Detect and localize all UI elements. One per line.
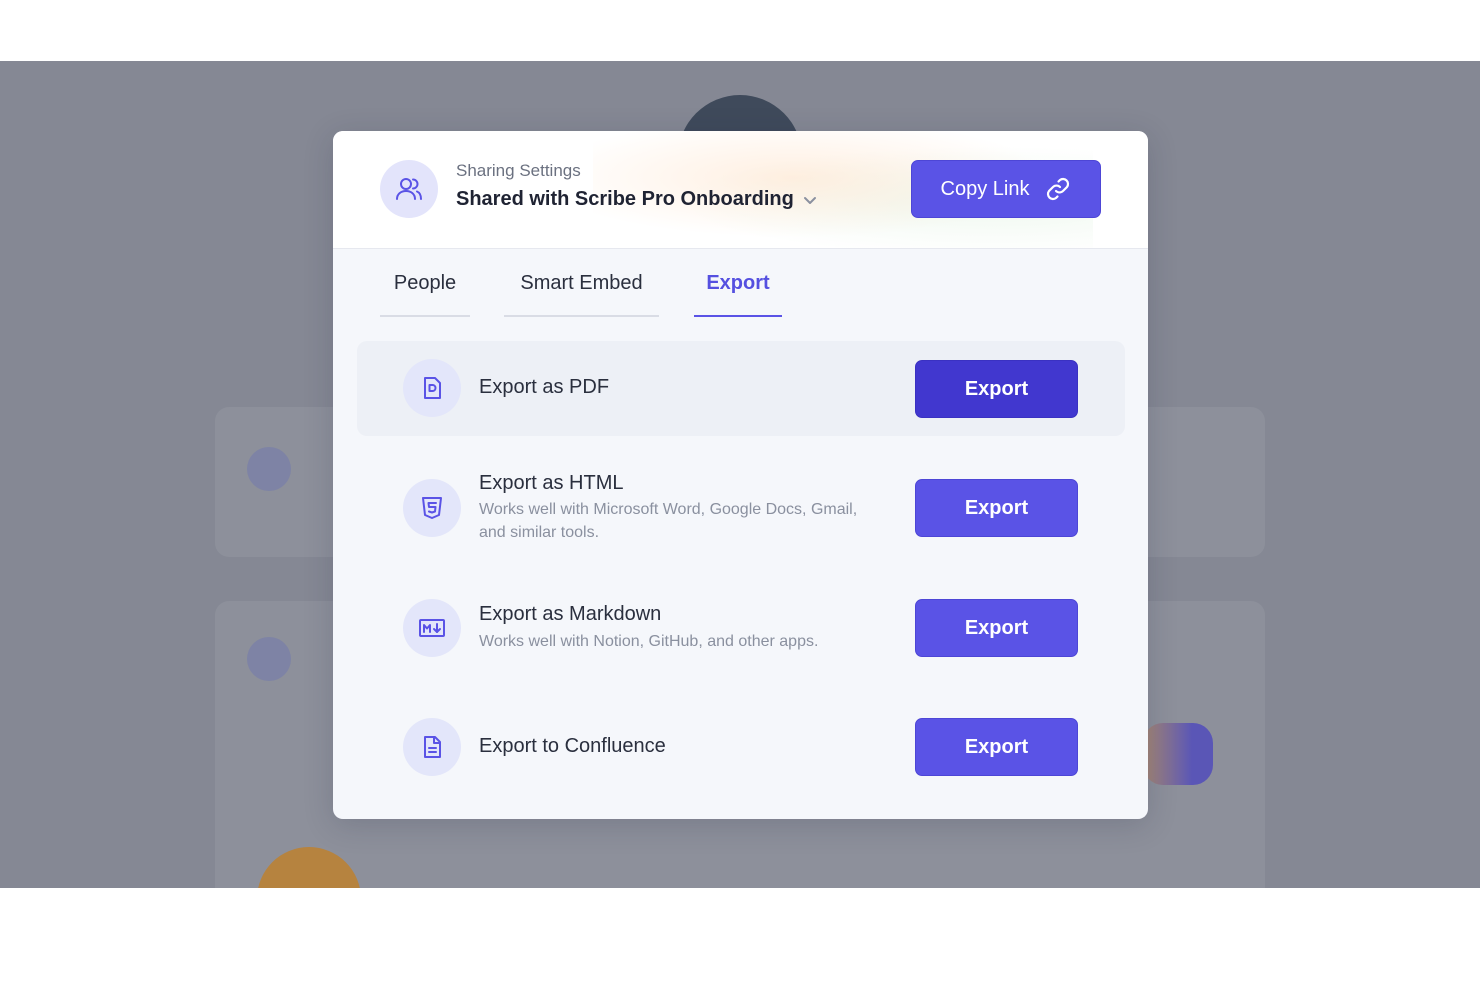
document-icon <box>403 718 461 776</box>
link-icon <box>1045 176 1071 202</box>
copy-link-label: Copy Link <box>940 177 1030 200</box>
html5-icon <box>403 479 461 537</box>
export-option-title: Export as Markdown <box>479 603 662 625</box>
export-option-html: Export as HTML Works well with Microsoft… <box>357 456 1125 566</box>
header-subtitle: Sharing Settings <box>456 161 581 180</box>
export-option-confluence: Export to Confluence Export <box>357 701 1125 796</box>
export-markdown-button[interactable]: Export <box>915 599 1078 657</box>
tab-export[interactable]: Export <box>694 249 782 317</box>
users-icon <box>380 160 438 218</box>
sharing-target-dropdown[interactable]: Shared with Scribe Pro Onboarding <box>456 188 818 211</box>
export-confluence-button[interactable]: Export <box>915 718 1078 776</box>
export-option-pdf: Export as PDF Export <box>357 341 1125 436</box>
export-pdf-button[interactable]: Export <box>915 360 1078 418</box>
export-option-markdown: Export as Markdown Works well with Notio… <box>357 583 1125 673</box>
pdf-file-icon <box>403 359 461 417</box>
background-card-dot <box>247 447 291 491</box>
modal-header: Sharing Settings Shared with Scribe Pro … <box>333 131 1148 249</box>
markdown-icon <box>403 599 461 657</box>
sharing-settings-modal: Sharing Settings Shared with Scribe Pro … <box>333 131 1148 819</box>
tab-bar: People Smart Embed Export <box>333 249 1148 319</box>
page: Sharing Settings Shared with Scribe Pro … <box>0 0 1480 987</box>
chevron-down-icon <box>802 192 818 208</box>
header-title: Shared with Scribe Pro Onboarding <box>456 188 794 210</box>
background-chip <box>1143 723 1213 785</box>
export-option-title: Export as HTML <box>479 472 624 494</box>
tab-people[interactable]: People <box>380 249 470 317</box>
export-html-button[interactable]: Export <box>915 479 1078 537</box>
background-card-dot <box>247 637 291 681</box>
export-option-title: Export to Confluence <box>479 735 666 757</box>
export-option-description: Works well with Notion, GitHub, and othe… <box>479 633 819 650</box>
export-option-description: Works well with Microsoft Word, Google D… <box>479 501 858 541</box>
export-option-title: Export as PDF <box>479 376 610 398</box>
tab-smart-embed[interactable]: Smart Embed <box>504 249 659 317</box>
copy-link-button[interactable]: Copy Link <box>911 160 1101 218</box>
